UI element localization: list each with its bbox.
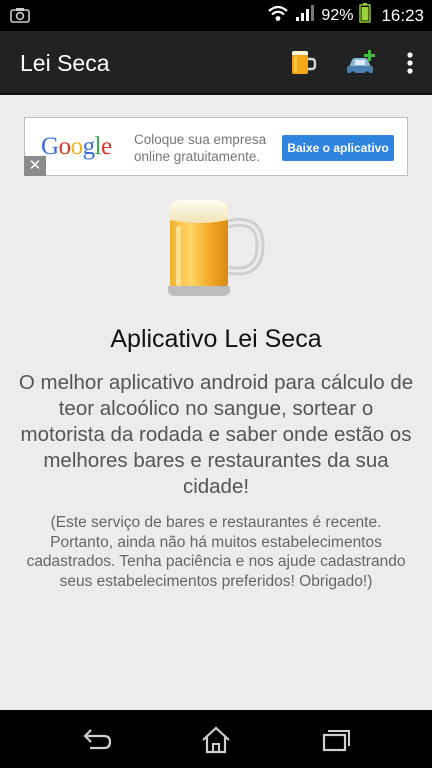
home-icon[interactable] <box>199 726 233 754</box>
ad-banner[interactable]: Google Coloque sua empresa online gratui… <box>24 117 408 176</box>
recents-icon[interactable] <box>318 726 352 754</box>
beer-mug-icon[interactable] <box>287 47 319 79</box>
battery-icon <box>359 3 372 28</box>
page-title: Aplicativo Lei Seca <box>110 325 322 353</box>
status-bar: 92% 16:23 <box>0 0 432 31</box>
service-note: (Este serviço de bares e restaurantes é … <box>26 514 406 590</box>
wifi-icon <box>267 4 289 27</box>
battery-percent: 92% <box>321 6 354 24</box>
clock: 16:23 <box>381 5 424 25</box>
signal-icon <box>295 4 315 27</box>
navigation-bar <box>0 710 432 768</box>
google-logo: Google <box>41 133 112 160</box>
ad-text: Coloque sua empresa online gratuitamente… <box>134 132 267 164</box>
back-icon[interactable] <box>80 726 114 754</box>
camera-icon <box>10 7 30 28</box>
app-title: Lei Seca <box>20 50 110 76</box>
action-bar: Lei Seca <box>0 31 432 95</box>
app-description: O melhor aplicativo android para cálculo… <box>18 371 414 498</box>
beer-mug-illustration <box>160 190 270 300</box>
ad-download-button[interactable]: Baixe o aplicativo <box>282 135 394 161</box>
ad-close-button[interactable]: ✕ <box>24 156 46 176</box>
car-add-icon[interactable] <box>345 47 377 79</box>
overflow-menu-icon[interactable] <box>400 47 420 79</box>
